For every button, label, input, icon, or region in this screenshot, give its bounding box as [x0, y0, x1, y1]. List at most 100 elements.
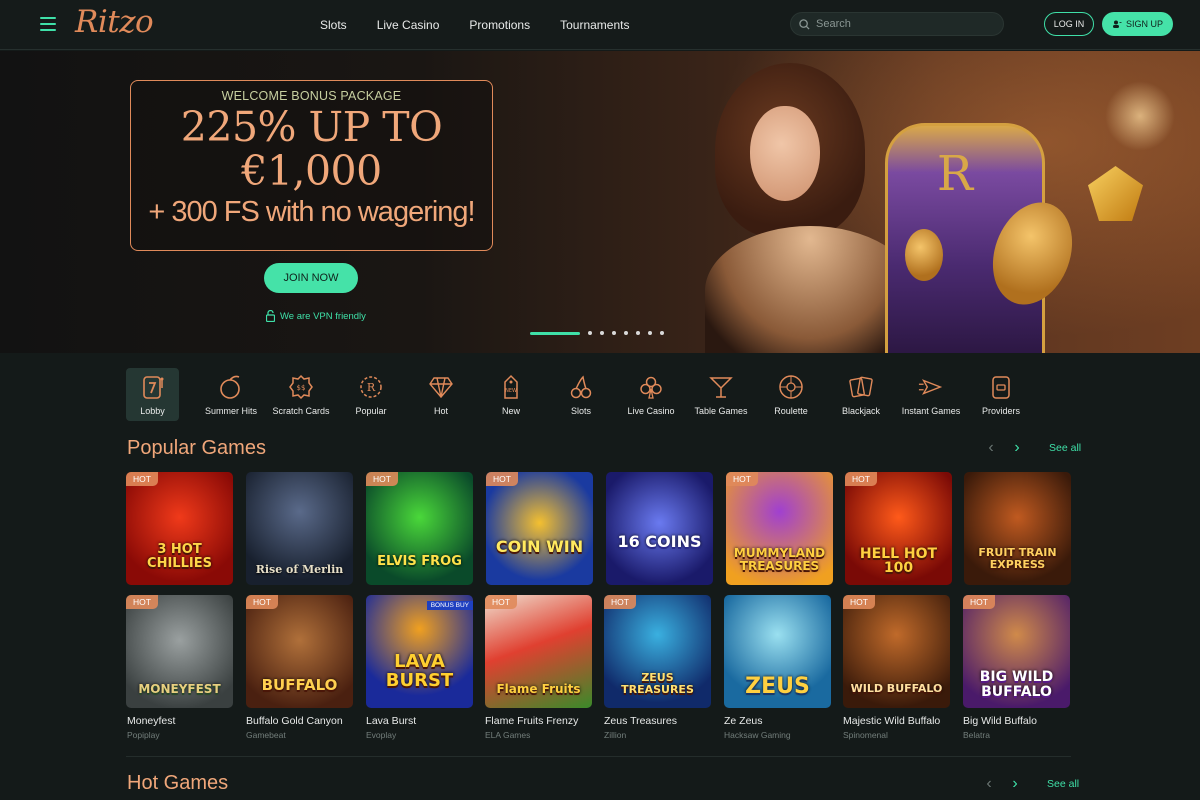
signup-button[interactable]: SIGN UP [1102, 12, 1173, 36]
join-now-button[interactable]: JOIN NOW [264, 263, 358, 293]
category-label: Summer Hits [204, 406, 257, 416]
hero-woman-body [705, 226, 915, 353]
roulette-icon [778, 373, 804, 401]
prev-arrow-icon[interactable]: ‹ [983, 775, 995, 792]
category-label: Scratch Cards [272, 406, 330, 416]
nav-slots[interactable]: Slots [320, 18, 347, 32]
category-popular[interactable]: R Popular [336, 368, 406, 421]
game-tile[interactable]: Rise of Merlin [246, 472, 353, 585]
category-providers[interactable]: Providers [966, 368, 1036, 421]
game-tile[interactable]: FRUIT TRAIN EXPRESS [964, 472, 1071, 585]
game-art-title: Flame Fruits [496, 682, 581, 696]
slide-dot[interactable] [660, 331, 664, 335]
slide-dot[interactable] [588, 331, 592, 335]
hot-badge: HOT [485, 595, 517, 609]
category-live-casino[interactable]: Live Casino [616, 368, 686, 421]
laurel-icon: R [358, 373, 384, 401]
menu-icon[interactable] [40, 17, 56, 31]
logo[interactable]: Ritzo [75, 4, 154, 40]
slide-dot-active[interactable] [530, 331, 580, 335]
prev-arrow-icon[interactable]: ‹ [985, 439, 997, 456]
category-summer-hits[interactable]: Summer Hits [196, 368, 266, 421]
vpn-note: We are VPN friendly [266, 310, 366, 322]
hero-banner: R WELCOME BONUS PACKAGE 225% UP TO €1,00… [0, 51, 1200, 353]
promo-headline: 225% UP TO [180, 103, 443, 151]
game-provider: ELA Games [485, 730, 531, 740]
game-art-title: MONEYFEST [138, 682, 221, 696]
promo-subline: + 300 FS with no wagering! [148, 196, 475, 228]
promo-eyebrow: WELCOME BONUS PACKAGE [221, 89, 402, 103]
new-tag-icon: NEW [498, 373, 524, 401]
game-tile[interactable]: HOT WILD BUFFALO [843, 595, 950, 708]
slide-dot[interactable] [600, 331, 604, 335]
category-instant-games[interactable]: Instant Games [896, 368, 966, 421]
game-tile[interactable]: 16 COINS [606, 472, 713, 585]
category-label: Slots [570, 406, 591, 416]
game-art-title: MUMMYLAND TREASURES [733, 546, 826, 573]
game-tile[interactable]: HOT HELL HOT 100 [845, 472, 952, 585]
game-tile[interactable]: ZEUS [724, 595, 831, 708]
see-all-link[interactable]: See all [1049, 442, 1081, 454]
nav-promotions[interactable]: Promotions [469, 18, 530, 32]
section-title-popular: Popular Games [127, 437, 266, 459]
next-arrow-icon[interactable]: › [1009, 775, 1021, 792]
slide-dot[interactable] [612, 331, 616, 335]
game-tile[interactable]: BONUS BUY LAVA BURST [366, 595, 473, 708]
game-tile[interactable]: HOT BIG WILD BUFFALO [963, 595, 1070, 708]
main-nav: Slots Live Casino Promotions Tournaments [320, 0, 659, 50]
login-button[interactable]: LOG IN [1044, 12, 1094, 36]
game-tile[interactable]: HOT MONEYFEST [126, 595, 233, 708]
game-tile[interactable]: HOT MUMMYLAND TREASURES [726, 472, 833, 585]
game-name[interactable]: Majestic Wild Buffalo [843, 715, 940, 727]
game-art-title: HELL HOT 100 [859, 546, 938, 576]
category-roulette[interactable]: Roulette [756, 368, 826, 421]
slide-dot[interactable] [648, 331, 652, 335]
slide-dot[interactable] [636, 331, 640, 335]
game-name[interactable]: Lava Burst [366, 715, 416, 727]
diamond-icon [428, 373, 454, 401]
game-name[interactable]: Moneyfest [127, 715, 175, 727]
search-input[interactable] [816, 18, 986, 30]
providers-icon [988, 373, 1014, 401]
category-table-games[interactable]: Table Games [686, 368, 756, 421]
game-provider: Zillion [604, 730, 627, 740]
svg-text:$$: $$ [297, 384, 306, 392]
game-art [486, 472, 593, 585]
chandelier-image [1105, 81, 1175, 151]
promo-box: WELCOME BONUS PACKAGE 225% UP TO €1,000 … [130, 80, 493, 251]
cocktail-icon [708, 373, 734, 401]
category-label: Providers [981, 406, 1020, 416]
category-slots[interactable]: Slots [546, 368, 616, 421]
user-plus-icon [1112, 20, 1122, 28]
cherries-icon [568, 373, 594, 401]
game-art-title: ZEUS TREASURES [621, 671, 694, 696]
game-tile[interactable]: HOT ZEUS TREASURES [604, 595, 711, 708]
vpn-label: We are VPN friendly [280, 310, 366, 322]
see-all-link[interactable]: See all [1047, 778, 1079, 790]
category-new[interactable]: NEW New [476, 368, 546, 421]
game-name[interactable]: Flame Fruits Frenzy [485, 715, 578, 727]
nav-live-casino[interactable]: Live Casino [377, 18, 440, 32]
section-title-hot-games: Hot Games [127, 772, 229, 794]
game-tile[interactable]: HOT Flame Fruits [485, 595, 592, 708]
category-lobby[interactable]: Lobby [126, 368, 179, 421]
game-name[interactable]: Ze Zeus [724, 715, 763, 727]
search-box[interactable] [790, 12, 1004, 36]
category-label: Blackjack [841, 406, 880, 416]
hot-badge: HOT [366, 472, 398, 486]
next-arrow-icon[interactable]: › [1011, 439, 1023, 456]
category-scratch-cards[interactable]: $$ Scratch Cards [266, 368, 336, 421]
game-tile[interactable]: HOT 3 HOT CHILLIES [126, 472, 233, 585]
category-hot[interactable]: Hot [406, 368, 476, 421]
category-blackjack[interactable]: Blackjack [826, 368, 896, 421]
game-name[interactable]: Buffalo Gold Canyon [246, 715, 343, 727]
game-name[interactable]: Zeus Treasures [604, 715, 677, 727]
svg-text:R: R [367, 381, 376, 394]
game-tile[interactable]: HOT ELVIS FROG [366, 472, 473, 585]
slide-dot[interactable] [624, 331, 628, 335]
game-name[interactable]: Big Wild Buffalo [963, 715, 1037, 727]
game-tile[interactable]: HOT COIN WIN [486, 472, 593, 585]
hot-badge: HOT [246, 595, 278, 609]
nav-tournaments[interactable]: Tournaments [560, 18, 629, 32]
game-tile[interactable]: HOT BUFFALO [246, 595, 353, 708]
